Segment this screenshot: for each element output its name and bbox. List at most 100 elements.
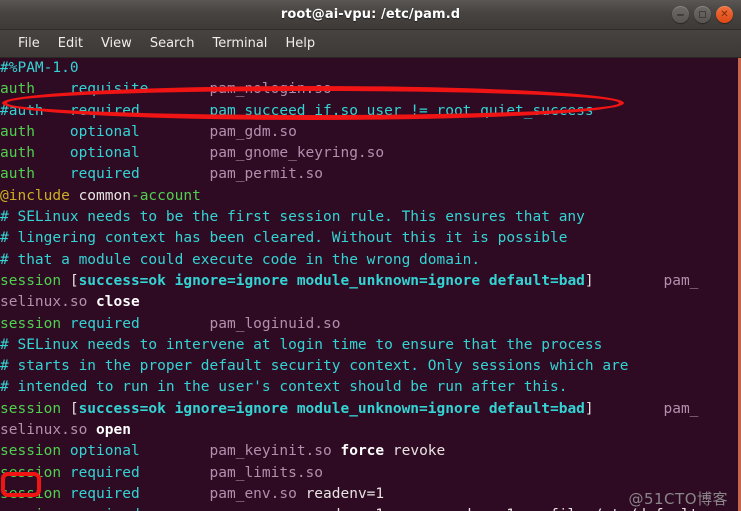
code-token: auth bbox=[0, 166, 35, 183]
menu-item-file[interactable]: File bbox=[9, 34, 49, 53]
code-token: auth bbox=[0, 123, 35, 140]
watermark: @51CTO博客 bbox=[628, 490, 728, 508]
terminal-line: @include common-account bbox=[0, 186, 738, 207]
menu-item-edit[interactable]: Edit bbox=[49, 34, 92, 53]
terminal-line: #%PAM-1.0 bbox=[0, 58, 738, 79]
terminal-line: # SELinux needs to be the first session … bbox=[0, 207, 738, 228]
terminal-line: selinux.so open bbox=[0, 420, 738, 441]
terminal-line: # intended to run in the user's context … bbox=[0, 377, 738, 398]
maximize-icon bbox=[699, 11, 706, 18]
terminal-line: # that a module could execute code in th… bbox=[0, 250, 738, 271]
code-token: # that a module could execute code in th… bbox=[0, 251, 481, 268]
code-token: session bbox=[0, 272, 62, 289]
code-token: auth bbox=[0, 81, 35, 98]
code-token: pam_ bbox=[663, 400, 699, 417]
terminal-content[interactable]: #%PAM-1.0 auth requisite pam_nologin.so #a… bbox=[0, 58, 741, 511]
close-icon: ✕ bbox=[720, 8, 729, 20]
code-token: common bbox=[78, 187, 131, 204]
code-token: pam_gnome_keyring.so bbox=[209, 145, 385, 162]
terminal-line: auth optional pam_gnome_keyring.so bbox=[0, 143, 738, 164]
code-token: pam_permit.so bbox=[209, 166, 324, 183]
code-token: -account bbox=[130, 187, 201, 204]
code-token: session bbox=[0, 507, 61, 511]
minimize-button[interactable] bbox=[672, 6, 689, 23]
code-token: session bbox=[0, 400, 62, 417]
code-token: session bbox=[0, 443, 62, 460]
maximize-button[interactable] bbox=[694, 6, 711, 23]
terminal-line: # SELinux needs to intervene at login ti… bbox=[0, 335, 738, 356]
terminal-line: auth required pam_permit.so bbox=[0, 164, 738, 185]
code-token: pam_keyinit.so bbox=[209, 443, 332, 460]
code-token: selinux.so bbox=[0, 422, 88, 439]
code-token: optional bbox=[69, 443, 140, 460]
code-token: pam_ bbox=[663, 272, 699, 289]
code-token: pam_limits.so bbox=[209, 464, 324, 481]
window-title: root@ai-vpu: /etc/pam.d bbox=[280, 7, 461, 22]
code-token: # SELinux needs to be the first session … bbox=[0, 209, 585, 226]
terminal-line: selinux.so close bbox=[0, 292, 738, 313]
code-token: [ bbox=[69, 272, 79, 289]
code-token: force bbox=[340, 443, 385, 460]
code-token: success=ok ignore=ignore module_unknown=… bbox=[78, 400, 585, 417]
code-token: pam_gdm.so bbox=[209, 123, 297, 140]
code-token: pam_env.so bbox=[210, 507, 297, 511]
menu-item-view[interactable]: View bbox=[92, 34, 141, 53]
code-token: @include bbox=[0, 187, 70, 204]
code-token: # starts in the proper default security … bbox=[0, 358, 629, 375]
code-token: success=ok ignore=ignore module_unknown=… bbox=[78, 272, 585, 289]
code-token: # SELinux needs to intervene at login ti… bbox=[0, 336, 603, 353]
close-button[interactable]: ✕ bbox=[716, 6, 733, 23]
code-token: #%PAM-1.0 bbox=[0, 60, 79, 76]
terminal-line: auth requisite pam_nologin.so bbox=[0, 79, 738, 100]
code-token: # lingering context has been cleared. Wi… bbox=[0, 230, 568, 247]
terminal-line: session required pam_limits.so bbox=[0, 463, 738, 484]
code-token: open bbox=[96, 422, 131, 439]
code-token: [ bbox=[69, 400, 79, 417]
code-token: close bbox=[96, 294, 140, 311]
terminal-line: session optional pam_keyinit.so force re… bbox=[0, 441, 738, 462]
window-controls: ✕ bbox=[672, 0, 733, 29]
code-token: required bbox=[70, 507, 140, 511]
code-token: readenv=1 bbox=[305, 485, 385, 502]
terminal-line: session required pam_loginuid.so bbox=[0, 314, 738, 335]
terminal-line: session required pam_env.so readenv=1 us… bbox=[0, 505, 738, 511]
menu-item-search[interactable]: Search bbox=[141, 34, 204, 53]
code-token: required bbox=[69, 464, 140, 481]
menu-item-help[interactable]: Help bbox=[276, 34, 324, 53]
menubar: File Edit View Search Terminal Help bbox=[0, 30, 741, 58]
code-token: optional bbox=[69, 123, 140, 140]
code-token: required bbox=[69, 485, 140, 502]
menu-item-terminal[interactable]: Terminal bbox=[203, 34, 276, 53]
terminal-line: session [success=ok ignore=ignore module… bbox=[0, 399, 738, 420]
terminal-line: auth optional pam_gdm.so bbox=[0, 122, 738, 143]
code-token: optional bbox=[69, 145, 140, 162]
terminal-line: # starts in the proper default security … bbox=[0, 356, 738, 377]
code-token: revoke bbox=[392, 443, 446, 460]
code-token: required bbox=[69, 315, 140, 332]
code-token: required bbox=[69, 166, 140, 183]
code-token: requisite bbox=[69, 81, 149, 98]
window-titlebar: root@ai-vpu: /etc/pam.d ✕ bbox=[0, 0, 741, 30]
